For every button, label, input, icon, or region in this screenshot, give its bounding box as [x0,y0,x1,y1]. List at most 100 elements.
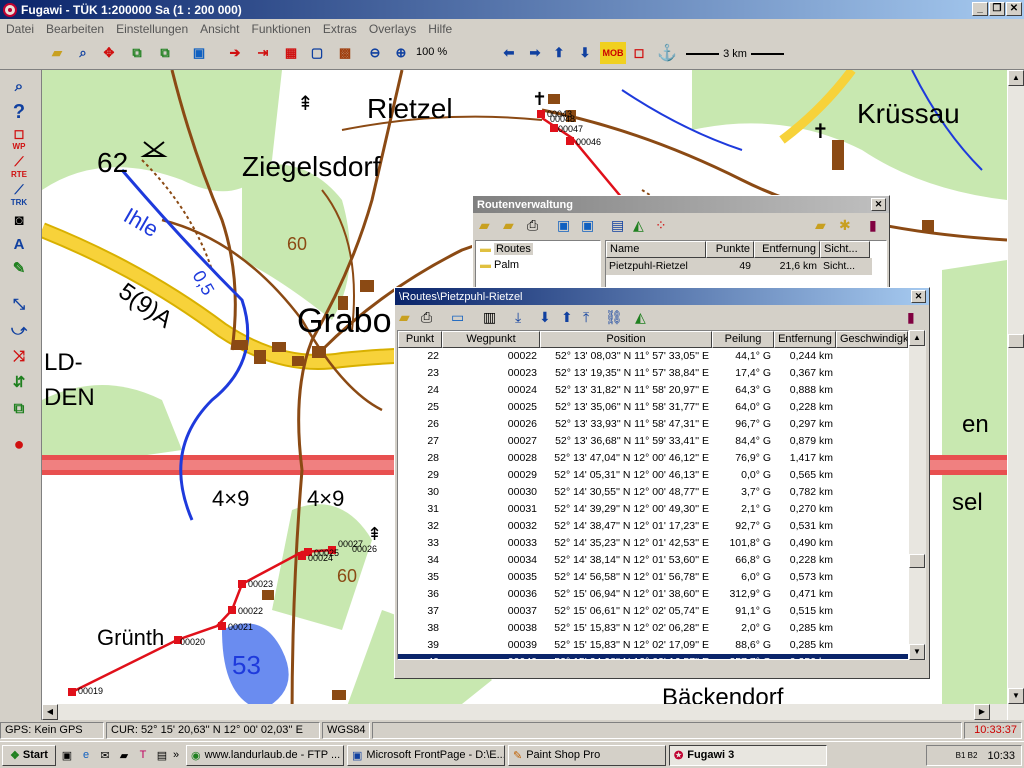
new-waypoint-icon[interactable]: ▰ [399,309,410,326]
quick-launch-icon[interactable]: ✉ [97,749,113,762]
move-top-icon[interactable]: ⤒ [583,309,589,326]
col-entfernung[interactable]: Entfernung [774,331,836,348]
wp-00021[interactable]: 00021 [228,622,253,632]
pen-icon[interactable]: ✎ [6,256,32,280]
menu-hilfe[interactable]: Hilfe [422,22,458,36]
scroll-down-icon[interactable]: ▼ [1008,688,1024,704]
table-row[interactable]: 35 00035 52° 14' 56,58'' N 12° 01' 56,78''… [398,569,908,586]
folder-up-icon[interactable]: ▰ [815,217,826,234]
pan-down-icon[interactable]: ⬇ [574,42,596,64]
pan-up-icon[interactable]: ⬆ [548,42,570,64]
table-row[interactable]: 37 00037 52° 15' 06,61'' N 12° 02' 05,74''… [398,603,908,620]
table-row[interactable]: 33 00033 52° 14' 35,23'' N 12° 01' 42,53''… [398,535,908,552]
scroll-left-icon[interactable]: ◀ [42,704,58,720]
table-row[interactable]: 27 00027 52° 13' 36,68'' N 11° 59' 33,41''… [398,433,908,450]
menu-extras[interactable]: Extras [317,22,363,36]
table-row[interactable]: 23 00023 52° 13' 19,35'' N 11° 57' 38,84''… [398,365,908,382]
routenverwaltung-titlebar[interactable]: Routenverwaltung ✕ [473,196,889,213]
quick-launch-icon[interactable]: ▰ [116,749,132,762]
menu-bearbeiten[interactable]: Bearbeiten [40,22,110,36]
task-paintshop[interactable]: ✎ Paint Shop Pro [508,744,666,766]
record-icon[interactable]: ● [6,432,32,456]
menu-einstellungen[interactable]: Einstellungen [110,22,194,36]
menu-funktionen[interactable]: Funktionen [245,22,316,36]
table-row[interactable]: 28 00028 52° 13' 47,04'' N 12° 00' 46,12''… [398,450,908,467]
restore-button[interactable]: ❐ [989,2,1005,16]
track-tool[interactable]: ⟋ TRK [6,182,32,207]
find-icon[interactable]: ⌕ [72,42,94,64]
table-row[interactable]: 24 00024 52° 13' 31,82'' N 11° 58' 20,97''… [398,382,908,399]
pan-right-icon[interactable]: ➡ [524,42,546,64]
close-button[interactable]: ✕ [1006,2,1022,16]
start-button[interactable]: ❖ Start [2,744,56,766]
profile-view-icon[interactable]: ◭ [635,309,646,326]
quick-launch-icon[interactable]: ▤ [154,749,170,762]
quick-launch-icon[interactable]: ▣ [59,749,75,762]
table-row[interactable]: 31 00031 52° 14' 39,29'' N 12° 00' 49,30''… [398,501,908,518]
table-row[interactable]: 22 00022 52° 13' 08,03'' N 11° 57' 33,05''… [398,348,908,365]
trash-icon[interactable]: ▥ [483,309,496,326]
wp-00022[interactable]: 00022 [238,606,263,616]
zoom-level-select[interactable]: 100 % [416,46,466,62]
route-detail-close-button[interactable]: ✕ [911,290,926,303]
table-row[interactable]: 39 00039 52° 15' 15,83'' N 12° 02' 17,09''… [398,637,908,654]
col-wegpunkt[interactable]: Wegpunkt [442,331,540,348]
receive-icon[interactable]: ⇥ [252,42,274,64]
routenverwaltung-close-button[interactable]: ✕ [871,198,886,211]
scroll-up-icon[interactable]: ▲ [1008,70,1024,86]
menu-ansicht[interactable]: Ansicht [194,22,245,36]
scroll-down-icon[interactable]: ▼ [909,644,925,660]
text-tool-icon[interactable]: A [6,232,32,256]
table-row[interactable]: 29 00029 52° 14' 05,31'' N 12° 00' 46,13''… [398,467,908,484]
copy-folder-icon[interactable]: ▰ [503,217,514,234]
col-position[interactable]: Position [540,331,712,348]
col-name[interactable]: Name [606,241,706,258]
col-punkt[interactable]: Punkt [398,331,442,348]
layers-icon[interactable]: ⧉ [6,396,32,420]
route-tool[interactable]: ⟋ RTE [6,154,32,179]
wp-00048[interactable]: 00048 [550,114,575,124]
col-peilung[interactable]: Peilung [712,331,774,348]
zoom-out-icon[interactable]: ⊖ [364,42,386,64]
link-icon[interactable]: ⛓ [605,309,623,326]
route-join-icon[interactable]: ⤻ [6,318,32,342]
waypoint-list-icon[interactable]: ⁘ [655,217,667,234]
table-row[interactable]: 36 00036 52° 15' 06,94'' N 12° 01' 38,60''… [398,586,908,603]
wp-00026[interactable]: 00026 [352,544,377,554]
table-row[interactable]: 400004052° 15' 24,08'' N 12° 02' 16,57''… [398,654,908,659]
table-scroll-thumb[interactable] [909,554,925,568]
table-row[interactable]: 26 00026 52° 13' 33,93'' N 11° 58' 47,31''… [398,416,908,433]
gps-download-icon[interactable]: ▣ [581,217,594,234]
book-icon[interactable]: ▮ [907,309,915,326]
folder-palm[interactable]: ▬ Palm [476,257,600,273]
menu-overlays[interactable]: Overlays [363,22,422,36]
fugawi-app-icon[interactable] [3,2,17,17]
more-icon[interactable]: » [173,749,183,761]
magnifier-icon[interactable]: ⌕ [6,74,32,98]
gps-device-icon[interactable]: ▣ [188,42,210,64]
wp-00024[interactable]: 00024 [308,553,333,563]
camera-icon[interactable]: ◙ [6,208,32,232]
move-icon[interactable]: ✥ [98,42,120,64]
map-vertical-scrollbar[interactable]: ▲ ▼ [1007,70,1024,720]
table-row[interactable]: 30 00030 52° 14' 30,55'' N 12° 00' 48,77''… [398,484,908,501]
gps-upload-icon[interactable]: ▣ [557,217,570,234]
table-row[interactable]: 25 00025 52° 13' 35,06'' N 11° 58' 31,77''… [398,399,908,416]
task-ftp[interactable]: ◉ www.landurlaub.de - FTP ... [186,744,344,766]
map-horizontal-scrollbar[interactable]: ◀ ▶ [42,704,1007,720]
scroll-right-icon[interactable]: ▶ [974,704,990,720]
col-entfernung[interactable]: Entfernung [754,241,820,258]
folder-routes[interactable]: ▬ Routes [476,241,600,257]
wp-00019[interactable]: 00019 [78,686,103,696]
book-icon[interactable]: ▮ [869,217,877,234]
waypoint-tool[interactable]: ◻ WP [6,126,32,151]
zoom-in-icon[interactable]: ⊕ [390,42,412,64]
vscroll-thumb[interactable] [1008,334,1024,348]
ie-icon[interactable]: e [78,749,94,761]
monitor-icon[interactable]: ▭ [451,309,464,326]
col-geschwindigkeit[interactable]: Geschwindigke [836,331,908,348]
anchor-icon[interactable]: ⚓ [656,42,678,64]
table-row[interactable]: 38 00038 52° 15' 15,83'' N 12° 02' 06,28''… [398,620,908,637]
mob-icon[interactable]: MOB [600,42,626,64]
map-icon[interactable]: ▩ [334,42,356,64]
